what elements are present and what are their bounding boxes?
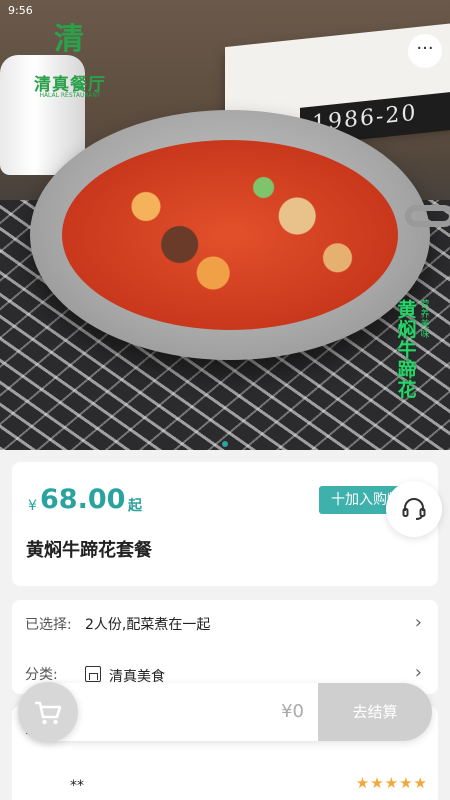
restaurant-logo: 清 清真餐厅 HALAL RESTAURANT — [26, 12, 114, 102]
chevron-right-icon: › — [414, 612, 422, 633]
shopping-cart-icon — [35, 701, 62, 725]
category-label: 分类: — [25, 667, 58, 683]
currency-symbol: ¥ — [28, 498, 37, 514]
customer-service-button[interactable] — [386, 481, 442, 537]
options-card: 已选择: 2人份,配菜煮在一起 › 分类: 清真美食 › — [12, 600, 438, 694]
product-name: 黄焖牛蹄花套餐 — [26, 540, 152, 561]
carousel-dot[interactable] — [222, 441, 228, 447]
image-overlay-subtitle: 营养美味 — [420, 300, 430, 340]
selected-value: 2人份,配菜煮在一起 — [85, 617, 211, 633]
image-overlay-title: 黄焖牛蹄花 — [397, 299, 417, 401]
product-info-card: ¥ 68.00 起 十加入购物车 黄焖牛蹄花套餐 — [12, 462, 438, 586]
rating-stars: ★★★★★ — [355, 774, 428, 792]
reviewer-name: ** — [70, 778, 84, 794]
pan-handle — [405, 205, 450, 227]
product-image: 1986-20 清 清真餐厅 HALAL RESTAURANT 黄焖牛蹄花 营养… — [0, 0, 450, 450]
cart-total: ¥0 — [281, 701, 304, 722]
logo-mark: 清 — [54, 22, 84, 57]
headset-icon — [402, 498, 426, 520]
carousel-indicator — [0, 432, 450, 450]
logo-subtext: HALAL RESTAURANT — [39, 92, 101, 99]
cart-bar: ¥0 去结算 — [20, 683, 432, 741]
cart-button[interactable] — [18, 682, 78, 742]
price-suffix: 起 — [128, 498, 142, 514]
product-price: 68.00 — [40, 484, 126, 515]
dish-food — [62, 140, 398, 330]
selected-label: 已选择: — [25, 617, 72, 633]
checkout-button[interactable]: 去结算 — [318, 683, 432, 741]
chevron-right-icon: › — [414, 662, 422, 683]
status-time: 9:56 — [8, 4, 33, 17]
more-button[interactable]: ··· — [408, 34, 442, 68]
store-icon — [85, 666, 101, 682]
